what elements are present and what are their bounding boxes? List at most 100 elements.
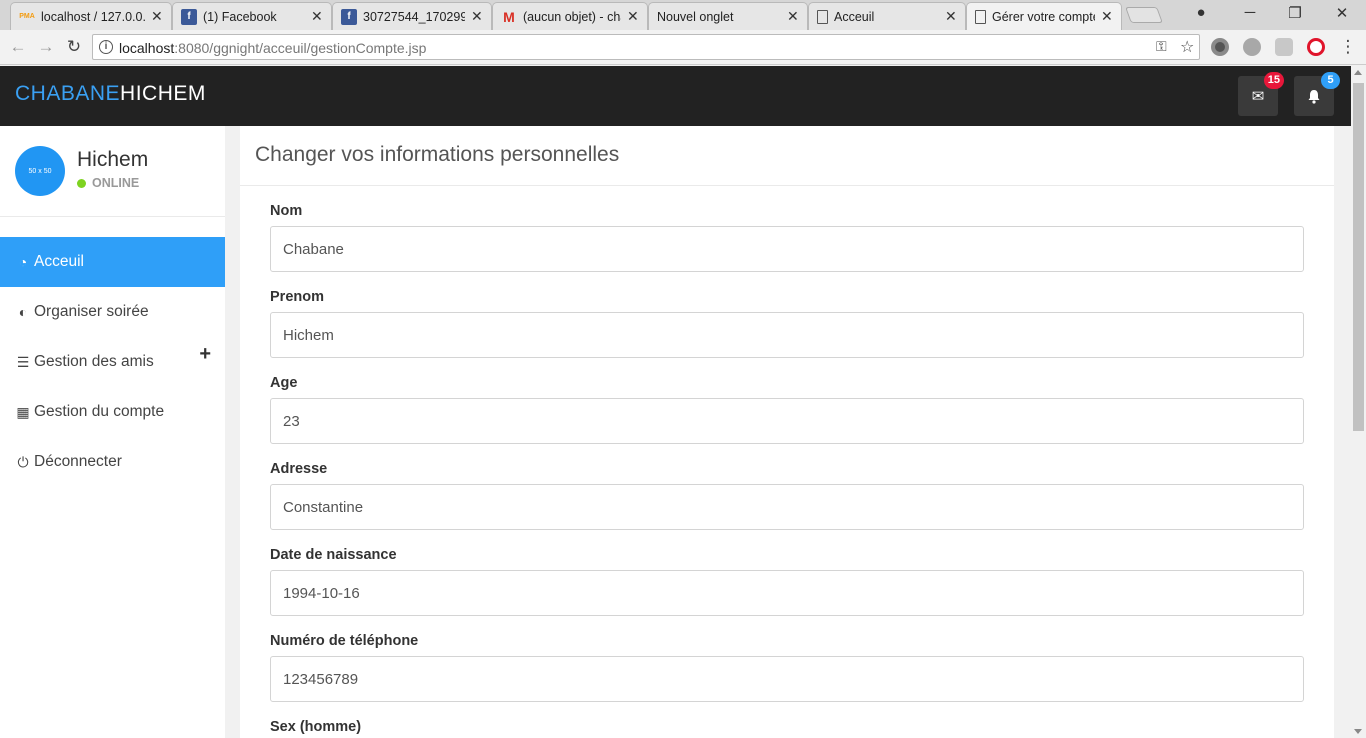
close-window-button[interactable]: ✕ xyxy=(1332,4,1352,22)
close-tab-icon[interactable]: ✕ xyxy=(627,8,639,25)
brand-logo[interactable]: CHABANEHICHEM xyxy=(15,82,206,106)
prenom-label: Prenom xyxy=(270,289,324,305)
facebook-icon: f xyxy=(181,8,197,25)
close-tab-icon[interactable]: ✕ xyxy=(311,8,323,25)
adresse-input[interactable] xyxy=(270,484,1304,530)
sidebar-item-label: Gestion du compte xyxy=(34,403,165,420)
scroll-down-icon[interactable] xyxy=(1354,729,1362,734)
browser-tab-facebook[interactable]: f (1) Facebook ✕ xyxy=(172,2,332,30)
calendar-icon: ▦ xyxy=(16,403,30,420)
tab-title: (aucun objet) - cha xyxy=(523,9,621,24)
telephone-label: Numéro de téléphone xyxy=(270,633,419,649)
status-text: ONLINE xyxy=(92,176,140,190)
address-bar[interactable]: i localhost:8080/ggnight/acceuil/gestion… xyxy=(92,34,1200,60)
user-profile: 50 x 50 Hichem ONLINE xyxy=(0,126,225,217)
bell-icon xyxy=(1308,89,1320,104)
adresse-label: Adresse xyxy=(270,461,328,477)
document-icon xyxy=(975,9,986,24)
tab-title: Nouvel onglet xyxy=(657,9,734,24)
sidebar-item-label: Organiser soirée xyxy=(34,303,149,320)
close-tab-icon[interactable]: ✕ xyxy=(945,8,957,25)
page-scrollbar[interactable] xyxy=(1351,66,1366,738)
sidebar-item-gestion-compte[interactable]: ▦ Gestion du compte xyxy=(0,387,225,437)
account-form-panel: Changer vos informations personnelles No… xyxy=(240,126,1334,738)
scroll-up-icon[interactable] xyxy=(1354,70,1362,75)
envelope-icon: ✉ xyxy=(1251,88,1265,105)
tab-title: Gérer votre compte xyxy=(992,9,1095,24)
facebook-icon: f xyxy=(341,8,357,25)
age-input[interactable] xyxy=(270,398,1304,444)
telephone-input[interactable] xyxy=(270,656,1304,702)
expand-plus-icon[interactable]: + xyxy=(199,343,211,366)
sidebar-item-acceuil[interactable]: ◔ Acceuil xyxy=(0,237,225,287)
url-text: localhost:8080/ggnight/acceuil/gestionCo… xyxy=(119,40,426,56)
browser-tab-acceuil[interactable]: Acceuil ✕ xyxy=(808,2,966,30)
tab-title: (1) Facebook xyxy=(203,9,277,24)
extension-box-icon[interactable] xyxy=(1243,38,1261,56)
app-header: CHABANEHICHEM ✉ 15 5 xyxy=(0,66,1351,126)
notifications-button[interactable]: 5 xyxy=(1294,72,1340,116)
date-naissance-label: Date de naissance xyxy=(270,547,397,563)
browser-tab-bar: PMA localhost / 127.0.0. ✕ f (1) Faceboo… xyxy=(0,0,1366,30)
panel-title: Changer vos informations personnelles xyxy=(240,126,1334,186)
brand-part1: CHABANE xyxy=(15,82,121,105)
reload-button[interactable]: ↻ xyxy=(64,37,84,57)
extension-eye-icon[interactable] xyxy=(1211,38,1229,56)
toggle-icon: ◐ xyxy=(18,304,28,320)
dashboard-icon: ◔ xyxy=(18,254,28,270)
browser-toolbar: ← → ↻ i localhost:8080/ggnight/acceuil/g… xyxy=(0,30,1366,65)
info-icon[interactable]: i xyxy=(99,40,113,54)
new-tab-button[interactable] xyxy=(1125,7,1163,23)
browser-tab-gmail[interactable]: M (aucun objet) - cha ✕ xyxy=(492,2,648,30)
gmail-icon: M xyxy=(503,8,515,25)
back-button[interactable]: ← xyxy=(8,37,28,57)
prenom-input[interactable] xyxy=(270,312,1304,358)
messages-button[interactable]: ✉ 15 xyxy=(1238,72,1284,116)
extension-android-icon[interactable] xyxy=(1275,38,1293,56)
browser-tab-facebook-photo[interactable]: f 30727544_170299 ✕ xyxy=(332,2,492,30)
phpmyadmin-icon: PMA xyxy=(19,13,35,20)
minimize-button[interactable]: ─ xyxy=(1240,4,1260,21)
bars-icon: ☰ xyxy=(16,353,30,370)
tab-title: Acceuil xyxy=(834,9,875,24)
sidebar-item-label: Acceuil xyxy=(34,253,84,270)
opera-icon[interactable] xyxy=(1307,38,1325,56)
nom-input[interactable] xyxy=(270,226,1304,272)
browser-menu-icon[interactable]: ⋮ xyxy=(1338,37,1358,57)
browser-tab-new[interactable]: Nouvel onglet ✕ xyxy=(648,2,808,30)
close-tab-icon[interactable]: ✕ xyxy=(471,8,483,25)
close-tab-icon[interactable]: ✕ xyxy=(787,8,799,25)
notifications-count-badge: 5 xyxy=(1321,72,1340,89)
sidebar-item-organiser-soiree[interactable]: ◐ Organiser soirée xyxy=(0,287,225,337)
close-tab-icon[interactable]: ✕ xyxy=(1101,8,1113,25)
power-icon: ⏻ xyxy=(17,453,29,470)
brand-part2: HICHEM xyxy=(120,82,206,105)
avatar[interactable]: 50 x 50 xyxy=(15,146,65,196)
sidebar-item-label: Déconnecter xyxy=(34,453,122,470)
profile-icon[interactable]: ● xyxy=(1191,4,1211,21)
age-label: Age xyxy=(270,375,298,391)
sidebar-item-label: Gestion des amis xyxy=(34,353,154,370)
tab-title: localhost / 127.0.0. xyxy=(41,9,145,24)
browser-tab-gerer-compte[interactable]: Gérer votre compte ✕ xyxy=(966,2,1122,30)
scrollbar-thumb[interactable] xyxy=(1353,83,1364,431)
key-icon[interactable]: ⚿ xyxy=(1156,38,1167,55)
online-dot-icon xyxy=(77,178,86,188)
sex-label: Sex (homme) xyxy=(270,719,362,735)
bookmark-star-icon[interactable]: ☆ xyxy=(1180,37,1194,57)
url-path: :8080/ggnight/acceuil/gestionCompte.jsp xyxy=(174,40,427,56)
close-tab-icon[interactable]: ✕ xyxy=(151,8,163,25)
nom-label: Nom xyxy=(270,203,303,219)
date-naissance-input[interactable] xyxy=(270,570,1304,616)
sidebar-item-gestion-amis[interactable]: ☰ Gestion des amis + xyxy=(0,337,225,387)
user-status: ONLINE xyxy=(77,176,139,190)
restore-button[interactable]: ❐ xyxy=(1285,4,1305,22)
user-name: Hichem xyxy=(77,148,149,171)
sidebar: 50 x 50 Hichem ONLINE ◔ Acceuil ◐ Organi… xyxy=(0,126,225,738)
messages-count-badge: 15 xyxy=(1263,72,1284,89)
forward-button[interactable]: → xyxy=(36,37,56,57)
tab-title: 30727544_170299 xyxy=(363,9,465,24)
sidebar-item-deconnecter[interactable]: ⏻ Déconnecter xyxy=(0,437,225,487)
browser-tab-phpmyadmin[interactable]: PMA localhost / 127.0.0. ✕ xyxy=(10,2,172,30)
url-host: localhost xyxy=(119,40,175,56)
